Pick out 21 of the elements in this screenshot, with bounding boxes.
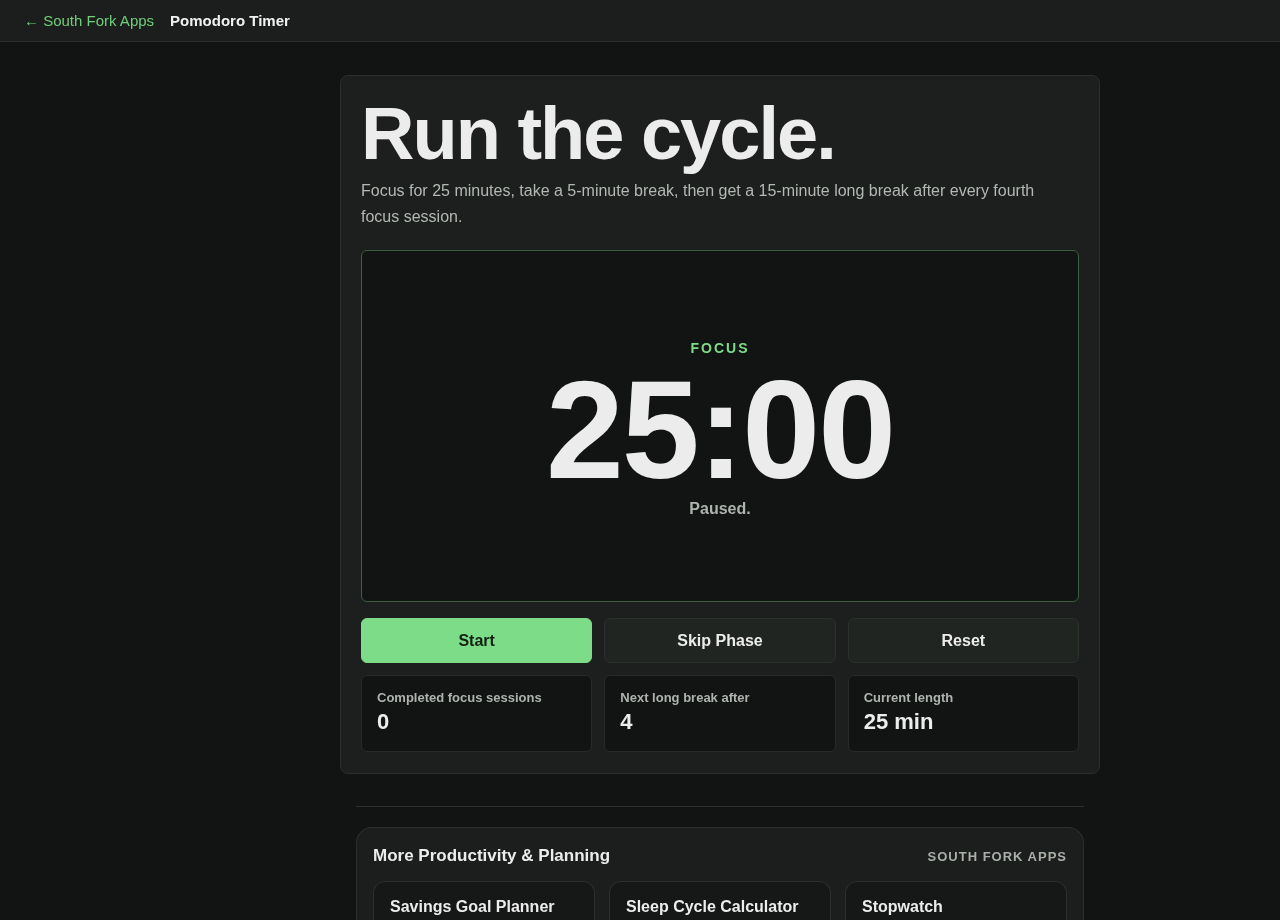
stat-label: Current length — [863, 690, 954, 705]
section-heading: More Productivity & Planning — [373, 846, 611, 866]
hero-description: Focus for 25 minutes, take a 5-minute break, then get a 15-minute long break after every fourth focus session. — [361, 181, 1036, 227]
back-link[interactable]: ← South Fork Apps — [24, 12, 155, 29]
tool-card[interactable]: Sleep Cycle Calculator — [609, 881, 831, 920]
timer-status: Paused. — [689, 500, 751, 518]
stat-value: 4 — [620, 709, 633, 735]
brand-label: SOUTH FORK APPS — [927, 848, 1067, 864]
phase-label: FOCUS — [690, 340, 750, 356]
tool-card[interactable]: Savings Goal Planner — [373, 881, 595, 920]
stat-label: Next long break after — [620, 690, 750, 705]
tool-card[interactable]: Stopwatch — [845, 881, 1067, 920]
start-button[interactable]: Start — [361, 618, 593, 663]
page-title: Pomodoro Timer — [170, 12, 290, 29]
stat-value: 0 — [377, 709, 390, 735]
stat-value: 25 min — [863, 709, 934, 735]
hero-title: Run the cycle. — [361, 96, 836, 172]
stat-label: Completed focus sessions — [377, 690, 542, 705]
time-readout: 25:00 — [545, 360, 895, 500]
action-button[interactable]: Skip Phase — [604, 618, 836, 663]
action-button[interactable]: Reset — [847, 618, 1079, 663]
